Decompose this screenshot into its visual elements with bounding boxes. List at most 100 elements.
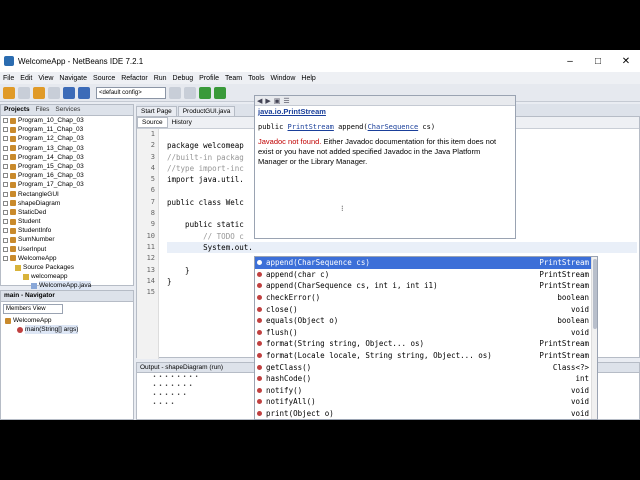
tree-item[interactable]: Program_13_Chap_03 — [3, 144, 133, 153]
tree-item[interactable]: StudentInfo — [3, 226, 133, 235]
completion-item[interactable]: equals(Object o) boolean — [255, 315, 597, 327]
expand-icon[interactable] — [3, 154, 8, 160]
method-icon — [257, 271, 262, 277]
java-file-icon — [31, 282, 37, 289]
expand-icon[interactable] — [3, 164, 8, 170]
completion-item[interactable]: notify() void — [255, 385, 597, 397]
menu-help[interactable]: Help — [298, 75, 318, 82]
expand-icon[interactable] — [3, 118, 8, 124]
mode-history[interactable]: History — [168, 118, 196, 127]
source-packages-item[interactable]: Source Packages — [3, 263, 133, 272]
javadoc-class-link[interactable]: java.io.PrintStream — [255, 106, 515, 117]
open-browser-icon[interactable]: ▣ — [274, 97, 281, 105]
completion-item[interactable]: append(CharSequence cs) PrintStream — [255, 257, 597, 269]
tree-item[interactable]: SumNumber — [3, 235, 133, 244]
tree-item[interactable]: Program_12_Chap_03 — [3, 134, 133, 143]
tree-item-label: Student — [18, 218, 41, 226]
expand-icon[interactable] — [3, 200, 8, 206]
maximize-icon[interactable]: □ — [584, 50, 612, 72]
menu-profile[interactable]: Profile — [196, 75, 222, 82]
expand-icon[interactable] — [3, 182, 8, 188]
expand-icon[interactable] — [3, 255, 8, 261]
editor-tab[interactable]: Start Page — [136, 106, 177, 116]
param-type-link[interactable]: CharSequence — [368, 123, 419, 131]
minimize-icon[interactable]: – — [556, 50, 584, 72]
tree-item[interactable]: Program_17_Chap_03 — [3, 180, 133, 189]
expand-icon[interactable] — [3, 209, 8, 215]
editor-tab[interactable]: ProductGUI.java — [177, 106, 236, 116]
menu-team[interactable]: Team — [222, 75, 245, 82]
expand-icon[interactable] — [3, 246, 8, 252]
menu-debug[interactable]: Debug — [170, 75, 197, 82]
completion-item[interactable]: hashCode() int — [255, 373, 597, 385]
completion-scrollbar[interactable] — [591, 257, 597, 419]
members-view-select[interactable]: Members View — [3, 304, 63, 314]
navigator-root[interactable]: WelcomeApp — [5, 316, 133, 325]
config-select[interactable]: <default config> — [96, 86, 166, 99]
completion-item[interactable]: format(String string, Object... os) Print… — [255, 338, 597, 350]
expand-icon[interactable] — [3, 136, 8, 142]
expand-icon[interactable] — [3, 191, 8, 197]
debug-icon[interactable] — [214, 86, 226, 99]
goto-source-icon[interactable]: ☰ — [283, 97, 289, 105]
navigator-member[interactable]: main(String[] args) — [5, 325, 133, 335]
menu-view[interactable]: View — [35, 75, 56, 82]
menu-window[interactable]: Window — [267, 75, 298, 82]
tab-projects[interactable]: Projects — [1, 105, 33, 115]
completion-item[interactable]: flush() void — [255, 327, 597, 339]
menu-file[interactable]: File — [0, 75, 17, 82]
completion-item[interactable]: close() void — [255, 303, 597, 315]
tab-services[interactable]: Services — [52, 105, 83, 115]
expand-icon[interactable] — [3, 127, 8, 133]
menu-navigate[interactable]: Navigate — [56, 75, 90, 82]
package-item[interactable]: welcomeapp — [3, 272, 133, 281]
completion-signature: getClass() — [266, 362, 312, 372]
completion-item[interactable]: format(Locale locale, String string, Obj… — [255, 350, 597, 362]
expand-icon[interactable] — [3, 145, 8, 151]
tree-item[interactable]: Program_15_Chap_03 — [3, 162, 133, 171]
code-line[interactable]: System.out. — [167, 241, 637, 254]
tree-item[interactable]: shapeDiagram — [3, 199, 133, 208]
tree-item[interactable]: UserInput — [3, 245, 133, 254]
tree-item[interactable]: Program_11_Chap_03 — [3, 125, 133, 134]
tree-item[interactable]: Program_16_Chap_03 — [3, 171, 133, 180]
tab-files[interactable]: Files — [33, 105, 53, 115]
close-icon[interactable]: ✕ — [612, 50, 640, 72]
back-icon[interactable]: ◀ — [257, 97, 262, 105]
menu-edit[interactable]: Edit — [17, 75, 35, 82]
tree-item[interactable]: StaticDed — [3, 208, 133, 217]
new-file-icon[interactable] — [18, 86, 30, 99]
expand-icon[interactable] — [3, 219, 8, 225]
tree-item[interactable]: Student — [3, 217, 133, 226]
expand-icon[interactable] — [3, 228, 8, 234]
menu-run[interactable]: Run — [151, 75, 170, 82]
open-project-icon[interactable] — [33, 86, 45, 99]
build-icon[interactable] — [169, 86, 181, 99]
save-all-icon[interactable] — [48, 86, 60, 99]
menu-refactor[interactable]: Refactor — [118, 75, 150, 82]
undo-icon[interactable] — [63, 86, 75, 99]
new-project-icon[interactable] — [3, 86, 15, 99]
tree-item[interactable]: RectangleGUI — [3, 190, 133, 199]
tree-item[interactable]: Program_14_Chap_03 — [3, 153, 133, 162]
menu-source[interactable]: Source — [90, 75, 118, 82]
expand-icon[interactable] — [3, 237, 8, 243]
tree-item[interactable]: Program_10_Chap_03 — [3, 116, 133, 125]
tree-item[interactable]: WelcomeApp — [3, 254, 133, 263]
completion-item[interactable]: print(Object o) void — [255, 408, 597, 419]
mode-source[interactable]: Source — [137, 117, 168, 128]
forward-icon[interactable]: ▶ — [265, 97, 270, 105]
run-icon[interactable] — [199, 86, 211, 99]
package-icon — [23, 273, 29, 280]
menu-tools[interactable]: Tools — [245, 75, 267, 82]
return-type-link[interactable]: PrintStream — [288, 123, 334, 131]
completion-item[interactable]: checkError() boolean — [255, 292, 597, 304]
scroll-thumb[interactable] — [593, 259, 597, 329]
redo-icon[interactable] — [78, 86, 90, 99]
completion-item[interactable]: append(CharSequence cs, int i, int i1) Pr… — [255, 280, 597, 292]
clean-build-icon[interactable] — [184, 86, 196, 99]
expand-icon[interactable] — [3, 173, 8, 179]
completion-item[interactable]: append(char c) PrintStream — [255, 269, 597, 281]
completion-item[interactable]: notifyAll() void — [255, 396, 597, 408]
completion-item[interactable]: getClass() Class<?> — [255, 361, 597, 373]
